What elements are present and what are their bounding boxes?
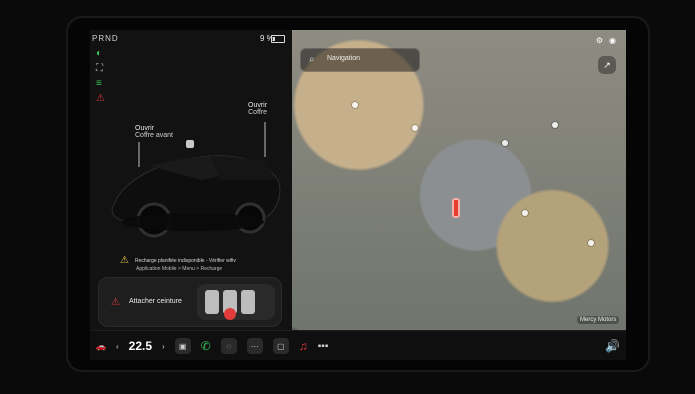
seatbelt-warning-icon: ⚠ — [111, 297, 120, 308]
climate-temperature[interactable]: 22.5 — [129, 339, 152, 353]
temp-decrease[interactable]: ‹ — [116, 342, 119, 351]
seat-occupancy-map — [197, 284, 275, 320]
seat-occupancy-graphic — [205, 290, 255, 320]
volume-icon[interactable]: 🔊 — [605, 339, 620, 353]
search-icon: ⌕ — [309, 54, 315, 65]
navigation-search-placeholder: Navigation — [327, 55, 361, 62]
warning-icon: ⚠ — [120, 255, 129, 266]
map-badge: Mercy Motors — [577, 316, 620, 324]
charging-warning-line2: Application Mobile > Menu > Recharge — [136, 266, 223, 272]
seatbelt-panel[interactable]: ⚠ Attacher ceinture — [98, 277, 282, 327]
seatbelt-warning-text: Attacher ceinture — [129, 298, 182, 305]
left-vehicle-panel: PRND 9 % ◐ ⛶ ≡ ⚠ Ouvrir Coffre avant Ouv… — [90, 30, 292, 330]
music-icon[interactable]: ♫ — [299, 339, 308, 353]
map-pin[interactable] — [352, 102, 358, 108]
navigation-search[interactable]: ⌕ Navigation — [300, 48, 420, 72]
map-pin[interactable] — [412, 125, 418, 131]
bottom-controls: 🚗 ‹ 22.5 › ▣ ✆ ◌ ⋯ ▢ ♫ ▪▪▪ 🔊 — [96, 337, 620, 355]
app-icon[interactable]: ▢ — [272, 338, 289, 354]
seat-heater-icon[interactable]: ▣ — [174, 338, 191, 354]
settings-icon[interactable]: ⚙ — [596, 36, 603, 45]
map-pin[interactable] — [522, 210, 528, 216]
temp-increase[interactable]: › — [162, 342, 165, 351]
vehicle-shadow — [122, 213, 264, 231]
charging-warning-line1: Recharge planifiée indisponible - Vérifi… — [134, 257, 236, 264]
map-orientation-icon[interactable]: ↗ — [598, 56, 616, 74]
car-icon[interactable]: 🚗 — [96, 342, 106, 351]
bottom-bar: 🚗 ‹ 22.5 › ▣ ✆ ◌ ⋯ ▢ ♫ ▪▪▪ 🔊 — [90, 330, 626, 360]
touchscreen: PRND 9 % ◐ ⛶ ≡ ⚠ Ouvrir Coffre avant Ouv… — [90, 30, 626, 360]
map-top-controls: ⚙ ◉ — [596, 36, 616, 45]
vehicle-render — [111, 122, 281, 238]
map-pin[interactable] — [552, 122, 558, 128]
map-pin[interactable] — [588, 240, 594, 246]
apps-icon[interactable]: ▪▪▪ — [318, 341, 329, 352]
map-icon[interactable]: ◉ — [609, 36, 616, 45]
phone-icon[interactable]: ✆ — [201, 339, 211, 353]
app-icon[interactable]: ◌ — [220, 338, 237, 354]
navigation-map[interactable]: ⌕ Navigation ⚙ ◉ ↗ Mercy Motors — [292, 30, 626, 330]
map-pin[interactable] — [502, 140, 508, 146]
app-icon[interactable]: ⋯ — [246, 338, 263, 354]
vehicle-location-marker — [452, 198, 460, 218]
